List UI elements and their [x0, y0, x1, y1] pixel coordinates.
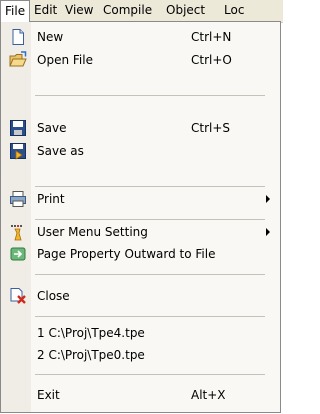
menu-view[interactable]: View	[61, 0, 97, 21]
new-file-icon	[9, 28, 27, 46]
menu-item-shortcut: Ctrl+O	[191, 53, 232, 67]
menu-item-shortcut: Ctrl+N	[191, 30, 232, 44]
open-folder-icon	[9, 51, 27, 69]
menu-item-label: Save as	[37, 144, 84, 158]
menu-separator	[35, 219, 265, 220]
menu-item-save-as[interactable]: Save as	[1, 140, 280, 162]
menu-separator	[35, 186, 265, 187]
menu-item-exit[interactable]: Exit Alt+X	[1, 384, 280, 406]
save-as-icon	[9, 142, 27, 160]
floppy-disk-icon	[9, 119, 27, 137]
submenu-arrow-icon	[266, 228, 270, 236]
menu-file[interactable]: File	[0, 0, 31, 22]
menu-item-label: 2 C:\Proj\Tpe0.tpe	[37, 348, 145, 362]
menu-separator	[35, 374, 265, 375]
menu-item-save[interactable]: Save Ctrl+S	[1, 117, 280, 139]
close-file-icon	[9, 287, 27, 305]
menu-item-print[interactable]: Print	[1, 188, 280, 210]
menu-item-label: User Menu Setting	[37, 225, 148, 239]
menu-item-shortcut: Alt+X	[191, 388, 226, 402]
menu-separator	[35, 274, 265, 275]
menu-edit[interactable]: Edit	[30, 0, 61, 21]
menu-item-open-file[interactable]: Open File Ctrl+O	[1, 49, 280, 71]
menu-item-label: Close	[37, 289, 70, 303]
menu-item-shortcut: Ctrl+S	[191, 121, 231, 135]
user-menu-icon	[9, 223, 27, 241]
menu-separator	[35, 316, 265, 317]
menu-item-label: Page Property Outward to File	[37, 247, 216, 261]
menu-item-label: Exit	[37, 388, 60, 402]
file-menu-dropdown: New Ctrl+N Open File Ctrl+O Save Ctrl+S	[0, 21, 281, 413]
menu-bar: File Edit View Compile Object Loc	[0, 0, 283, 23]
menu-item-label: 1 C:\Proj\Tpe4.tpe	[37, 326, 145, 340]
menu-object[interactable]: Object	[162, 0, 209, 21]
menu-loc[interactable]: Loc	[220, 0, 248, 21]
menu-item-recent-file-2[interactable]: 2 C:\Proj\Tpe0.tpe	[1, 344, 280, 366]
menu-item-user-menu-setting[interactable]: User Menu Setting	[1, 221, 280, 243]
menu-item-close[interactable]: Close	[1, 285, 280, 307]
printer-icon	[9, 190, 27, 208]
menu-item-page-property[interactable]: Page Property Outward to File	[1, 243, 280, 265]
submenu-arrow-icon	[266, 195, 270, 203]
menu-item-label: New	[37, 30, 64, 44]
menu-item-new[interactable]: New Ctrl+N	[1, 26, 280, 48]
menu-compile[interactable]: Compile	[99, 0, 156, 21]
menu-item-label: Save	[37, 121, 67, 135]
menu-item-label: Print	[37, 192, 65, 206]
menu-item-recent-file-1[interactable]: 1 C:\Proj\Tpe4.tpe	[1, 322, 280, 344]
export-icon	[9, 245, 27, 263]
menu-item-label: Open File	[37, 53, 93, 67]
menu-separator	[35, 95, 265, 96]
